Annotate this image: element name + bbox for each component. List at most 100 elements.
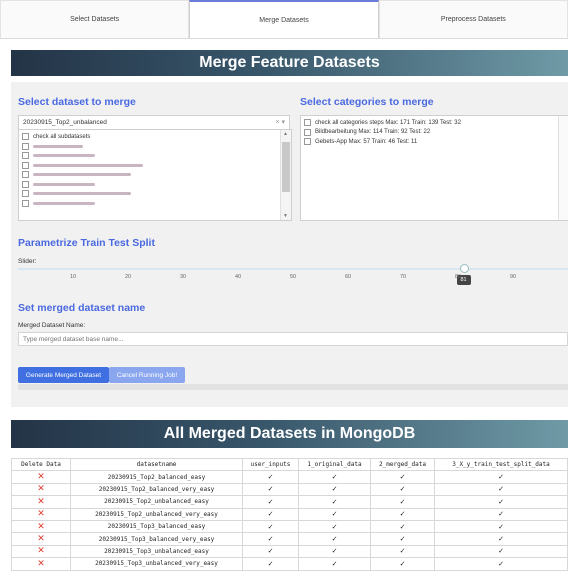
slider-handle[interactable] xyxy=(459,264,469,273)
check-icon: ✓ xyxy=(298,495,371,509)
category-option[interactable]: Bildbearbeitung Max: 114 Train: 92 Test:… xyxy=(301,128,568,138)
checkbox[interactable] xyxy=(22,190,29,198)
select-dataset-title: Select dataset to merge xyxy=(18,96,136,108)
table-header-row: Delete Data datasetname user_inputs 1_origi… xyxy=(11,457,568,472)
merged-name-input[interactable] xyxy=(18,332,568,346)
column-header[interactable]: user_inputs xyxy=(242,457,299,472)
dataset-select[interactable]: 20230915_Top2_unbalanced × ▾ xyxy=(18,115,290,130)
delete-icon[interactable]: ✕ xyxy=(11,482,71,497)
tab-select-datasets[interactable]: Select Datasets xyxy=(0,0,190,38)
delete-icon[interactable]: ✕ xyxy=(11,557,71,571)
dataset-name-cell: 20230915_Top2_unbalanced_very_easy xyxy=(70,507,243,521)
slider-track[interactable] xyxy=(18,268,568,270)
dataset-name-cell: 20230915_Top3_unbalanced_very_easy xyxy=(70,557,243,571)
check-icon: ✓ xyxy=(298,470,371,484)
column-header[interactable]: datasetname xyxy=(70,457,243,472)
check-icon: ✓ xyxy=(242,557,299,571)
category-option-label: check all categories steps Max: 171 Trai… xyxy=(315,119,461,126)
dataset-select-value: 20230915_Top2_unbalanced xyxy=(23,119,107,126)
dataset-scroll-thumb[interactable] xyxy=(282,142,290,192)
checkbox[interactable] xyxy=(22,171,29,179)
dataset-option[interactable] xyxy=(19,170,291,180)
dataset-option[interactable] xyxy=(19,180,291,190)
check-icon: ✓ xyxy=(434,544,568,559)
delete-icon[interactable]: ✕ xyxy=(11,495,71,509)
select-categories-title: Select categories to merge xyxy=(300,96,434,108)
dataset-option[interactable]: check all subdatasets xyxy=(19,132,291,142)
dataset-option[interactable] xyxy=(19,142,291,152)
generate-merged-dataset-button[interactable]: Generate Merged Dataset xyxy=(18,367,109,383)
name-section-title: Set merged dataset name xyxy=(18,302,146,314)
checkbox[interactable] xyxy=(22,133,29,141)
slider-tick-label: 90 xyxy=(509,274,517,280)
check-icon: ✓ xyxy=(370,532,435,546)
checkbox[interactable] xyxy=(22,161,29,169)
slider-tick-label: 60 xyxy=(344,274,352,280)
slider-tick-label: 10 xyxy=(69,274,77,280)
checkbox[interactable] xyxy=(304,138,311,146)
check-icon: ✓ xyxy=(370,495,435,509)
category-option-label: Bildbearbeitung Max: 114 Train: 92 Test:… xyxy=(315,129,431,136)
dataset-option[interactable] xyxy=(19,199,291,209)
dataset-scrollbar[interactable]: ▲ ▼ xyxy=(280,130,291,220)
dataset-option-label-blurred xyxy=(33,154,95,158)
slider-label: Slider: xyxy=(18,258,37,265)
check-icon: ✓ xyxy=(242,470,299,484)
dataset-name-cell: 20230915_Top3_balanced_very_easy xyxy=(70,532,243,546)
table-row: ✕ 20230915_Top3_balanced_easy ✓ ✓ ✓ ✓ xyxy=(11,519,568,534)
check-icon: ✓ xyxy=(434,532,568,546)
check-icon: ✓ xyxy=(242,519,299,534)
delete-icon[interactable]: ✕ xyxy=(11,470,71,484)
check-icon: ✓ xyxy=(242,544,299,559)
dataset-option-label-blurred xyxy=(33,173,131,177)
check-icon: ✓ xyxy=(298,482,371,497)
tab-preprocess-datasets[interactable]: Preprocess Datasets xyxy=(378,0,568,38)
delete-icon[interactable]: ✕ xyxy=(11,507,71,521)
table-row: ✕ 20230915_Top3_balanced_very_easy ✓ ✓ ✓ ✓ xyxy=(11,532,568,546)
slider-tick-label: 50 xyxy=(289,274,297,280)
dataset-option[interactable] xyxy=(19,189,291,199)
clear-chevron-icon[interactable]: × ▾ xyxy=(275,118,285,126)
dataset-name-cell: 20230915_Top2_balanced_easy xyxy=(70,470,243,484)
dataset-option-label-blurred xyxy=(33,163,143,167)
dataset-option[interactable] xyxy=(19,161,291,171)
category-option[interactable]: check all categories steps Max: 171 Trai… xyxy=(301,118,568,128)
table-row: ✕ 20230915_Top3_unbalanced_easy ✓ ✓ ✓ ✓ xyxy=(11,544,568,559)
check-icon: ✓ xyxy=(370,470,435,484)
slider-tick-label: 20 xyxy=(124,274,132,280)
checkbox[interactable] xyxy=(22,180,29,188)
scroll-down-icon[interactable]: ▼ xyxy=(283,213,288,219)
delete-icon[interactable]: ✕ xyxy=(11,544,71,559)
checkbox[interactable] xyxy=(304,128,311,136)
cancel-running-job-button[interactable]: Cancel Running Job! xyxy=(109,367,185,383)
merged-name-label: Merged Dataset Name: xyxy=(18,322,86,329)
dataset-listbox[interactable]: check all subdatasets ▲ ▼ xyxy=(18,129,292,221)
merge-banner: Merge Feature Datasets xyxy=(11,50,568,76)
table-row: ✕ 20230915_Top2_unbalanced_easy ✓ ✓ ✓ ✓ xyxy=(11,495,568,509)
column-header[interactable]: 3_X_y_train_test_split_data xyxy=(434,457,568,472)
column-header[interactable]: Delete Data xyxy=(11,457,71,472)
check-icon: ✓ xyxy=(370,519,435,534)
check-icon: ✓ xyxy=(370,507,435,521)
delete-icon[interactable]: ✕ xyxy=(11,519,71,534)
column-header[interactable]: 1_original_data xyxy=(298,457,371,472)
column-header[interactable]: 2_merged_data xyxy=(370,457,435,472)
checkbox[interactable] xyxy=(22,142,29,150)
check-icon: ✓ xyxy=(370,544,435,559)
check-icon: ✓ xyxy=(298,557,371,571)
category-option[interactable]: Gebets-App Max: 57 Train: 46 Test: 11 xyxy=(301,137,568,147)
split-title: Parametrize Train Test Split xyxy=(18,237,155,249)
dataset-option[interactable] xyxy=(19,151,291,161)
dataset-name-cell: 20230915_Top3_unbalanced_easy xyxy=(70,544,243,559)
check-icon: ✓ xyxy=(242,532,299,546)
tab-merge-datasets[interactable]: Merge Datasets xyxy=(189,0,379,38)
delete-icon[interactable]: ✕ xyxy=(11,532,71,546)
checkbox[interactable] xyxy=(22,152,29,160)
checkbox[interactable] xyxy=(304,119,311,127)
scroll-up-icon[interactable]: ▲ xyxy=(283,131,288,137)
checkbox[interactable] xyxy=(22,199,29,207)
categories-listbox[interactable]: check all categories steps Max: 171 Trai… xyxy=(300,115,568,221)
check-icon: ✓ xyxy=(298,507,371,521)
mongo-banner: All Merged Datasets in MongoDB xyxy=(11,420,568,448)
categories-scrollbar[interactable] xyxy=(558,116,568,220)
